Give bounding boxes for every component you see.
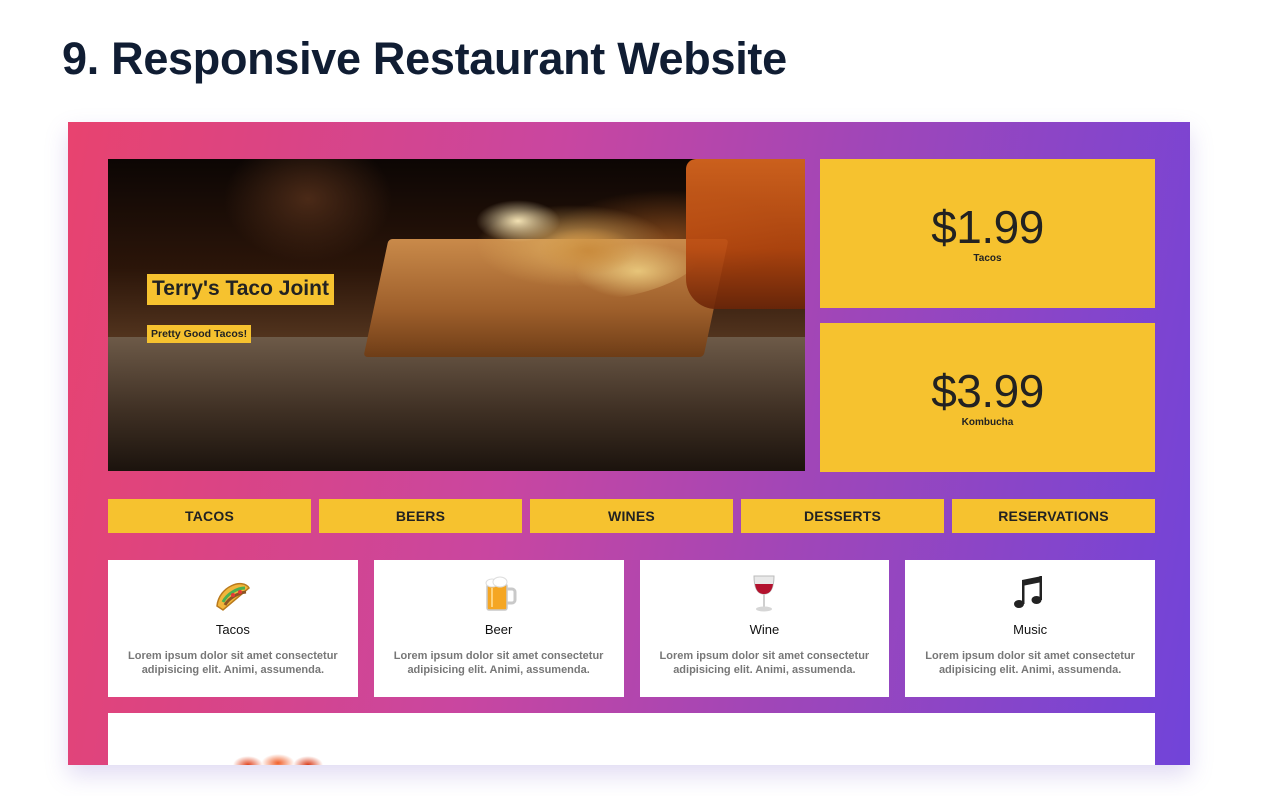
beer-mug-icon [479, 572, 519, 614]
card-title: Music [1013, 622, 1048, 637]
bottom-panel [108, 713, 1155, 765]
price-label: Tacos [973, 252, 1002, 264]
card-beer: Beer Lorem ipsum dolor sit amet consecte… [373, 560, 624, 697]
page-title: 9. Responsive Restaurant Website [62, 33, 787, 84]
card-wine: Wine Lorem ipsum dolor sit amet consecte… [639, 560, 890, 697]
menu-button-tacos[interactable]: TACOS [108, 499, 311, 533]
card-title: Wine [749, 622, 780, 637]
price-box-tacos: $1.99 Tacos [820, 159, 1155, 308]
price-amount: $1.99 [931, 200, 1044, 253]
card-text: Lorem ipsum dolor sit amet consectetur a… [925, 650, 1135, 676]
price-box-kombucha: $3.99 Kombucha [820, 323, 1155, 472]
menu-button-wines[interactable]: WINES [530, 499, 733, 533]
hero-banner: Terry's Taco Joint Pretty Good Tacos! [108, 159, 805, 471]
taco-icon [213, 572, 253, 614]
menu-button-desserts[interactable]: DESSERTS [741, 499, 944, 533]
price-label: Kombucha [961, 416, 1014, 428]
card-text: Lorem ipsum dolor sit amet consectetur a… [128, 650, 338, 676]
hero-photo-tacos [438, 181, 708, 301]
wine-glass-icon [744, 572, 784, 614]
hero-photo-counter [108, 337, 805, 471]
card-title: Beer [484, 622, 513, 637]
card-title: Tacos [215, 622, 250, 637]
hero-photo-pot [686, 159, 805, 309]
card-tacos: Tacos Lorem ipsum dolor sit amet consect… [108, 560, 358, 697]
price-amount: $3.99 [931, 364, 1044, 417]
card-text: Lorem ipsum dolor sit amet consectetur a… [659, 650, 870, 676]
website-screenshot: Terry's Taco Joint Pretty Good Tacos! $1… [68, 122, 1190, 765]
menu-nav: TACOS BEERS WINES DESSERTS RESERVATIONS [108, 499, 1155, 533]
card-music: Music Lorem ipsum dolor sit amet consect… [905, 560, 1155, 697]
menu-button-reservations[interactable]: RESERVATIONS [952, 499, 1155, 533]
card-text: Lorem ipsum dolor sit amet consectetur a… [393, 650, 604, 676]
hero-title: Terry's Taco Joint [147, 274, 334, 305]
music-notes-icon [1010, 572, 1050, 614]
menu-button-beers[interactable]: BEERS [319, 499, 522, 533]
hero-subtitle: Pretty Good Tacos! [147, 325, 252, 343]
feature-cards: Tacos Lorem ipsum dolor sit amet consect… [108, 560, 1155, 697]
food-image [228, 751, 328, 765]
